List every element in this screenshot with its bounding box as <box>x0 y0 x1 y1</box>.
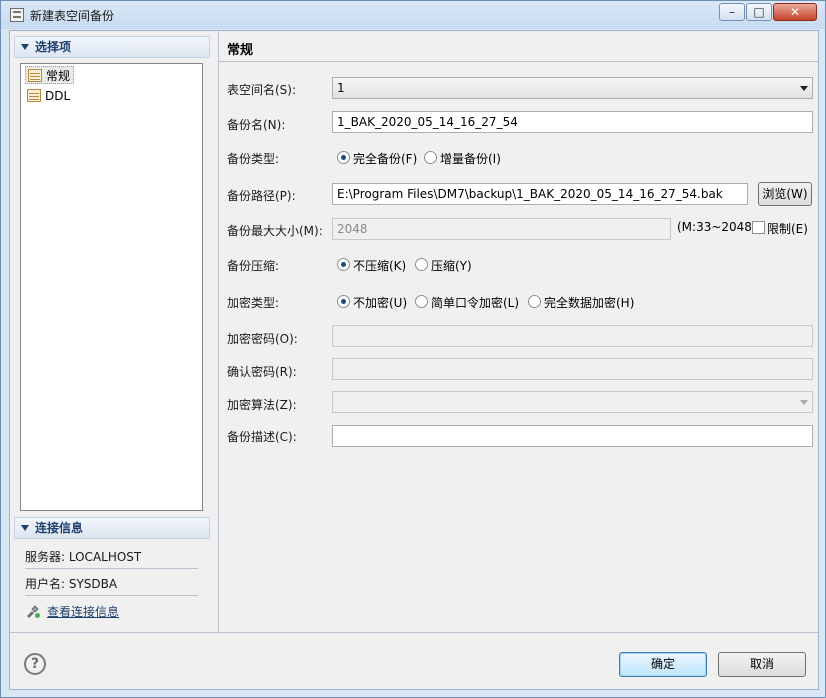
backup-path-input[interactable]: E:\Program Files\DM7\backup\1_BAK_2020_0… <box>332 183 748 205</box>
divider <box>25 568 198 569</box>
options-tree: 常规 DDL <box>20 63 203 511</box>
backup-path-label: 备份路径(P): <box>227 189 296 203</box>
no-encrypt-radio[interactable]: 不加密(U) <box>337 294 407 311</box>
collapse-triangle-icon <box>21 44 29 50</box>
app-icon <box>10 8 24 22</box>
encrypt-algorithm-combo[interactable] <box>332 391 813 413</box>
divider <box>25 595 198 596</box>
radio-icon <box>528 295 541 308</box>
divider <box>219 61 818 62</box>
confirm-password-input[interactable] <box>332 358 813 380</box>
tablespace-label: 表空间名(S): <box>227 83 297 97</box>
size-range-text: (M:33~2048) <box>677 220 757 234</box>
description-label: 备份描述(C): <box>227 430 297 444</box>
radio-icon <box>415 258 428 271</box>
left-pane: 选择项 常规 DDL 连接信息 服务器: LOCALHOST 用户名: SYSD… <box>10 31 219 632</box>
encrypt-type-label: 加密类型: <box>227 296 280 310</box>
help-icon[interactable]: ? <box>24 653 46 675</box>
radio-icon <box>415 295 428 308</box>
title-bar: 新建表空间备份 – □ ✕ <box>1 1 825 29</box>
encrypt-algorithm-label: 加密算法(Z): <box>227 398 297 412</box>
encrypt-password-input[interactable] <box>332 325 813 347</box>
cancel-button[interactable]: 取消 <box>718 652 806 677</box>
radio-label: 完全备份(F) <box>353 152 418 166</box>
server-info: 服务器: LOCALHOST <box>25 550 142 564</box>
close-button[interactable]: ✕ <box>773 3 817 21</box>
radio-icon <box>424 151 437 164</box>
backup-type-label: 备份类型: <box>227 152 280 166</box>
maximize-button[interactable]: □ <box>746 3 772 21</box>
full-backup-radio[interactable]: 完全备份(F) <box>337 150 417 167</box>
tree-item-label: 常规 <box>46 69 71 83</box>
tree-item-ddl[interactable]: DDL <box>25 87 73 105</box>
confirm-password-label: 确认密码(R): <box>227 365 297 379</box>
incremental-backup-radio[interactable]: 增量备份(I) <box>424 150 501 167</box>
browse-button[interactable]: 浏览(W) <box>758 182 812 206</box>
options-section-header[interactable]: 选择项 <box>14 36 210 58</box>
radio-label: 增量备份(I) <box>440 152 501 166</box>
full-data-encrypt-radio[interactable]: 完全数据加密(H) <box>528 294 634 311</box>
button-bar: ? 确定 取消 <box>10 632 818 689</box>
options-header-label: 选择项 <box>35 40 72 54</box>
dialog-body: 选择项 常规 DDL 连接信息 服务器: LOCALHOST 用户名: SYSD… <box>9 30 819 690</box>
radio-label: 完全数据加密(H) <box>544 296 635 310</box>
radio-selected-icon <box>337 258 350 271</box>
user-info: 用户名: SYSDBA <box>25 577 118 591</box>
tablespace-combo[interactable]: 1 <box>332 77 813 99</box>
page-title: 常规 <box>227 43 254 58</box>
tree-item-label: DDL <box>45 89 71 103</box>
radio-label: 简单口令加密(L) <box>431 296 520 310</box>
radio-label: 压缩(Y) <box>431 259 472 273</box>
backup-name-label: 备份名(N): <box>227 118 286 132</box>
radio-label: 不加密(U) <box>353 296 408 310</box>
page-icon <box>28 69 42 82</box>
collapse-triangle-icon <box>21 525 29 531</box>
encrypt-password-label: 加密密码(O): <box>227 332 298 346</box>
connection-header-label: 连接信息 <box>35 521 84 535</box>
radio-label: 不压缩(K) <box>353 259 407 273</box>
checkbox-label: 限制(E) <box>767 222 808 236</box>
tree-item-general[interactable]: 常规 <box>25 66 75 84</box>
radio-selected-icon <box>337 151 350 164</box>
checkbox-icon <box>752 221 765 234</box>
ok-button[interactable]: 确定 <box>619 652 707 677</box>
max-size-input[interactable]: 2048 <box>332 218 671 240</box>
connection-section-header[interactable]: 连接信息 <box>14 517 210 539</box>
tablespace-value: 1 <box>337 81 345 95</box>
description-input[interactable] <box>332 425 813 447</box>
no-compress-radio[interactable]: 不压缩(K) <box>337 257 406 274</box>
limit-checkbox[interactable]: 限制(E) <box>752 220 808 237</box>
view-connection-link[interactable]: 查看连接信息 <box>25 603 119 620</box>
compression-label: 备份压缩: <box>227 259 280 273</box>
minimize-button[interactable]: – <box>719 3 745 21</box>
chevron-down-icon <box>800 400 808 405</box>
simple-password-encrypt-radio[interactable]: 简单口令加密(L) <box>415 294 519 311</box>
chevron-down-icon <box>800 86 808 91</box>
right-pane: 常规 表空间名(S): 1 备份名(N): 1_BAK_2020_05_14_1… <box>219 31 818 632</box>
window-title: 新建表空间备份 <box>30 9 115 23</box>
backup-name-input[interactable]: 1_BAK_2020_05_14_16_27_54 <box>332 111 813 133</box>
page-icon <box>27 89 41 102</box>
dialog-window: 新建表空间备份 – □ ✕ 选择项 常规 DDL 连接信息 服务器: LOCAL… <box>0 0 826 698</box>
view-connection-label: 查看连接信息 <box>47 605 120 619</box>
radio-selected-icon <box>337 295 350 308</box>
connection-icon <box>27 605 40 618</box>
max-size-label: 备份最大大小(M): <box>227 224 323 238</box>
compress-radio[interactable]: 压缩(Y) <box>415 257 472 274</box>
